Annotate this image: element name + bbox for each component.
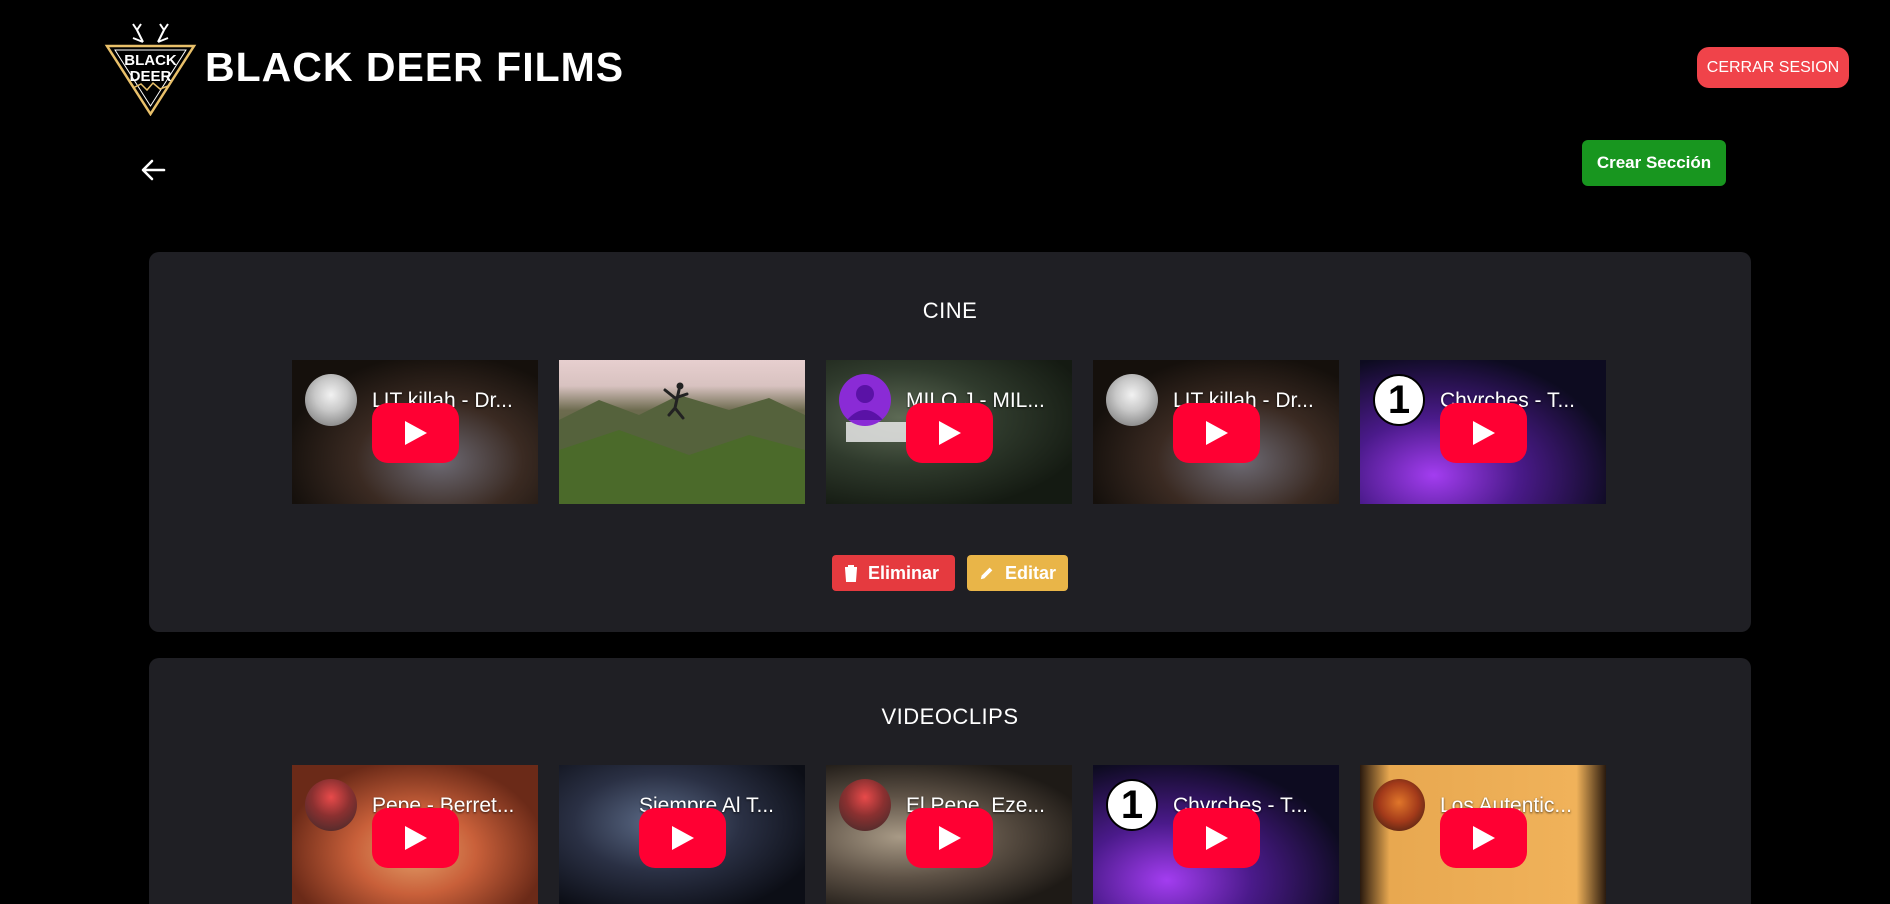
section-actions: Eliminar Editar bbox=[149, 555, 1751, 591]
channel-avatar bbox=[1373, 779, 1425, 831]
edit-label: Editar bbox=[1004, 562, 1056, 583]
page: BLACK DEER BLACK DEER FILMS CERRAR SESIO… bbox=[0, 0, 1890, 904]
channel-avatar: 1 bbox=[1373, 374, 1425, 426]
section-card-cine: CINE LIT killah - Dr... MILO J - MIL... … bbox=[149, 252, 1751, 632]
mountain-scene-icon bbox=[559, 382, 805, 504]
play-button[interactable] bbox=[906, 403, 993, 463]
deer-logo-icon: BLACK DEER bbox=[104, 23, 197, 117]
back-button[interactable] bbox=[138, 155, 168, 185]
brand-logo[interactable]: BLACK DEER bbox=[103, 20, 198, 117]
user-icon bbox=[847, 385, 883, 420]
play-button[interactable] bbox=[639, 808, 726, 868]
video-embed[interactable]: Pepe - Berret... bbox=[292, 765, 538, 904]
brand-title: BLACK DEER FILMS bbox=[205, 44, 625, 90]
play-button[interactable] bbox=[1173, 403, 1260, 463]
video-embed[interactable]: LIT killah - Dr... bbox=[1093, 360, 1339, 504]
play-icon bbox=[404, 826, 427, 850]
pencil-icon bbox=[980, 567, 993, 580]
play-button[interactable] bbox=[372, 808, 459, 868]
trash-icon bbox=[845, 564, 857, 582]
video-image[interactable] bbox=[559, 360, 805, 504]
play-icon bbox=[938, 826, 961, 850]
play-icon bbox=[1205, 421, 1228, 445]
arrow-left-icon bbox=[141, 159, 166, 181]
video-embed[interactable]: 1 Chvrches - T... bbox=[1093, 765, 1339, 904]
play-icon bbox=[1472, 826, 1495, 850]
video-embed[interactable]: Siempre Al T... bbox=[559, 765, 805, 904]
delete-label: Eliminar bbox=[868, 562, 940, 583]
channel-avatar bbox=[1106, 374, 1158, 426]
section-title: CINE bbox=[922, 298, 978, 323]
create-section-button[interactable]: Crear Sección bbox=[1582, 140, 1726, 186]
delete-section-button[interactable]: Eliminar bbox=[832, 555, 955, 591]
video-embed[interactable]: 1 Chvrches - T... bbox=[1360, 360, 1606, 504]
video-embed[interactable]: LIT killah - Dr... bbox=[292, 360, 538, 504]
logout-button[interactable]: CERRAR SESION bbox=[1697, 47, 1849, 88]
play-icon bbox=[938, 421, 961, 445]
section-title: VIDEOCLIPS bbox=[881, 704, 1019, 729]
video-embed[interactable]: El Pepe, Eze... bbox=[826, 765, 1072, 904]
channel-avatar bbox=[839, 779, 891, 831]
edit-section-button[interactable]: Editar bbox=[967, 555, 1068, 591]
logo-text-bottom: DEER bbox=[130, 68, 172, 85]
channel-avatar bbox=[305, 779, 357, 831]
channel-avatar bbox=[839, 374, 891, 426]
play-button[interactable] bbox=[372, 403, 459, 463]
play-icon bbox=[404, 421, 427, 445]
play-icon bbox=[1205, 826, 1228, 850]
header: BLACK DEER BLACK DEER FILMS CERRAR SESIO… bbox=[0, 0, 1890, 120]
play-button[interactable] bbox=[906, 808, 993, 868]
play-button[interactable] bbox=[1440, 808, 1527, 868]
video-embed[interactable]: MILO J - MIL... bbox=[826, 360, 1072, 504]
section-card-videoclips: VIDEOCLIPS Pepe - Berret... Siempre Al T… bbox=[149, 658, 1751, 904]
play-icon bbox=[1472, 421, 1495, 445]
video-embed[interactable]: Los Autentic... bbox=[1360, 765, 1606, 904]
play-icon bbox=[671, 826, 694, 850]
channel-avatar bbox=[305, 374, 357, 426]
logo-text-top: BLACK bbox=[124, 52, 177, 69]
play-button[interactable] bbox=[1440, 403, 1527, 463]
channel-avatar: 1 bbox=[1106, 779, 1158, 831]
play-button[interactable] bbox=[1173, 808, 1260, 868]
